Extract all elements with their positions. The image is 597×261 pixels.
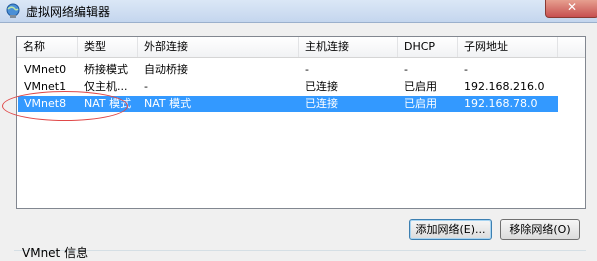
cell-subnet: 192.168.78.0: [464, 97, 538, 110]
cell-name: VMnet8: [24, 97, 67, 110]
network-list[interactable]: 名称 类型 外部连接 主机连接 DHCP 子网地址 VMnet0 桥接模式 自动…: [16, 36, 586, 209]
network-globe-icon: [6, 3, 20, 18]
table-row-selected[interactable]: VMnet8 NAT 模式 NAT 模式 已连接 已启用 192.168.78.…: [18, 96, 558, 112]
table-row[interactable]: VMnet1 仅主机... - 已连接 已启用 192.168.216.0: [18, 79, 558, 95]
cell-subnet: -: [464, 63, 468, 76]
cell-type: 桥接模式: [84, 63, 128, 76]
cell-external: NAT 模式: [144, 97, 192, 110]
title-bar: 虚拟网络编辑器 ✕: [0, 0, 597, 23]
column-header-host[interactable]: 主机连接: [299, 37, 398, 57]
table-row[interactable]: VMnet0 桥接模式 自动桥接 - - -: [18, 62, 558, 78]
info-group-label: VMnet 信息: [22, 246, 89, 260]
column-header-type[interactable]: 类型: [78, 37, 138, 57]
cell-dhcp: -: [404, 63, 408, 76]
cell-type: NAT 模式: [84, 97, 132, 110]
column-header-external[interactable]: 外部连接: [138, 37, 299, 57]
cell-name: VMnet1: [24, 80, 67, 93]
column-header-subnet[interactable]: 子网地址: [458, 37, 558, 57]
close-icon: ✕: [566, 0, 578, 14]
info-group-border: [14, 250, 586, 261]
remove-network-button[interactable]: 移除网络(O): [500, 219, 580, 240]
window-title: 虚拟网络编辑器: [26, 5, 111, 19]
cell-external: 自动桥接: [144, 63, 188, 76]
cell-host: -: [305, 63, 309, 76]
cell-name: VMnet0: [24, 63, 67, 76]
column-header-name[interactable]: 名称: [17, 37, 78, 57]
cell-subnet: 192.168.216.0: [464, 80, 545, 93]
close-button[interactable]: ✕: [545, 0, 597, 18]
cell-dhcp: 已启用: [404, 80, 437, 93]
cell-dhcp: 已启用: [404, 97, 437, 110]
cell-external: -: [144, 80, 148, 93]
column-header-dhcp[interactable]: DHCP: [398, 37, 458, 57]
add-network-button[interactable]: 添加网络(E)...: [409, 219, 492, 240]
cell-type: 仅主机...: [84, 80, 128, 93]
cell-host: 已连接: [305, 80, 338, 93]
list-header: 名称 类型 外部连接 主机连接 DHCP 子网地址: [17, 37, 585, 58]
cell-host: 已连接: [305, 97, 338, 110]
